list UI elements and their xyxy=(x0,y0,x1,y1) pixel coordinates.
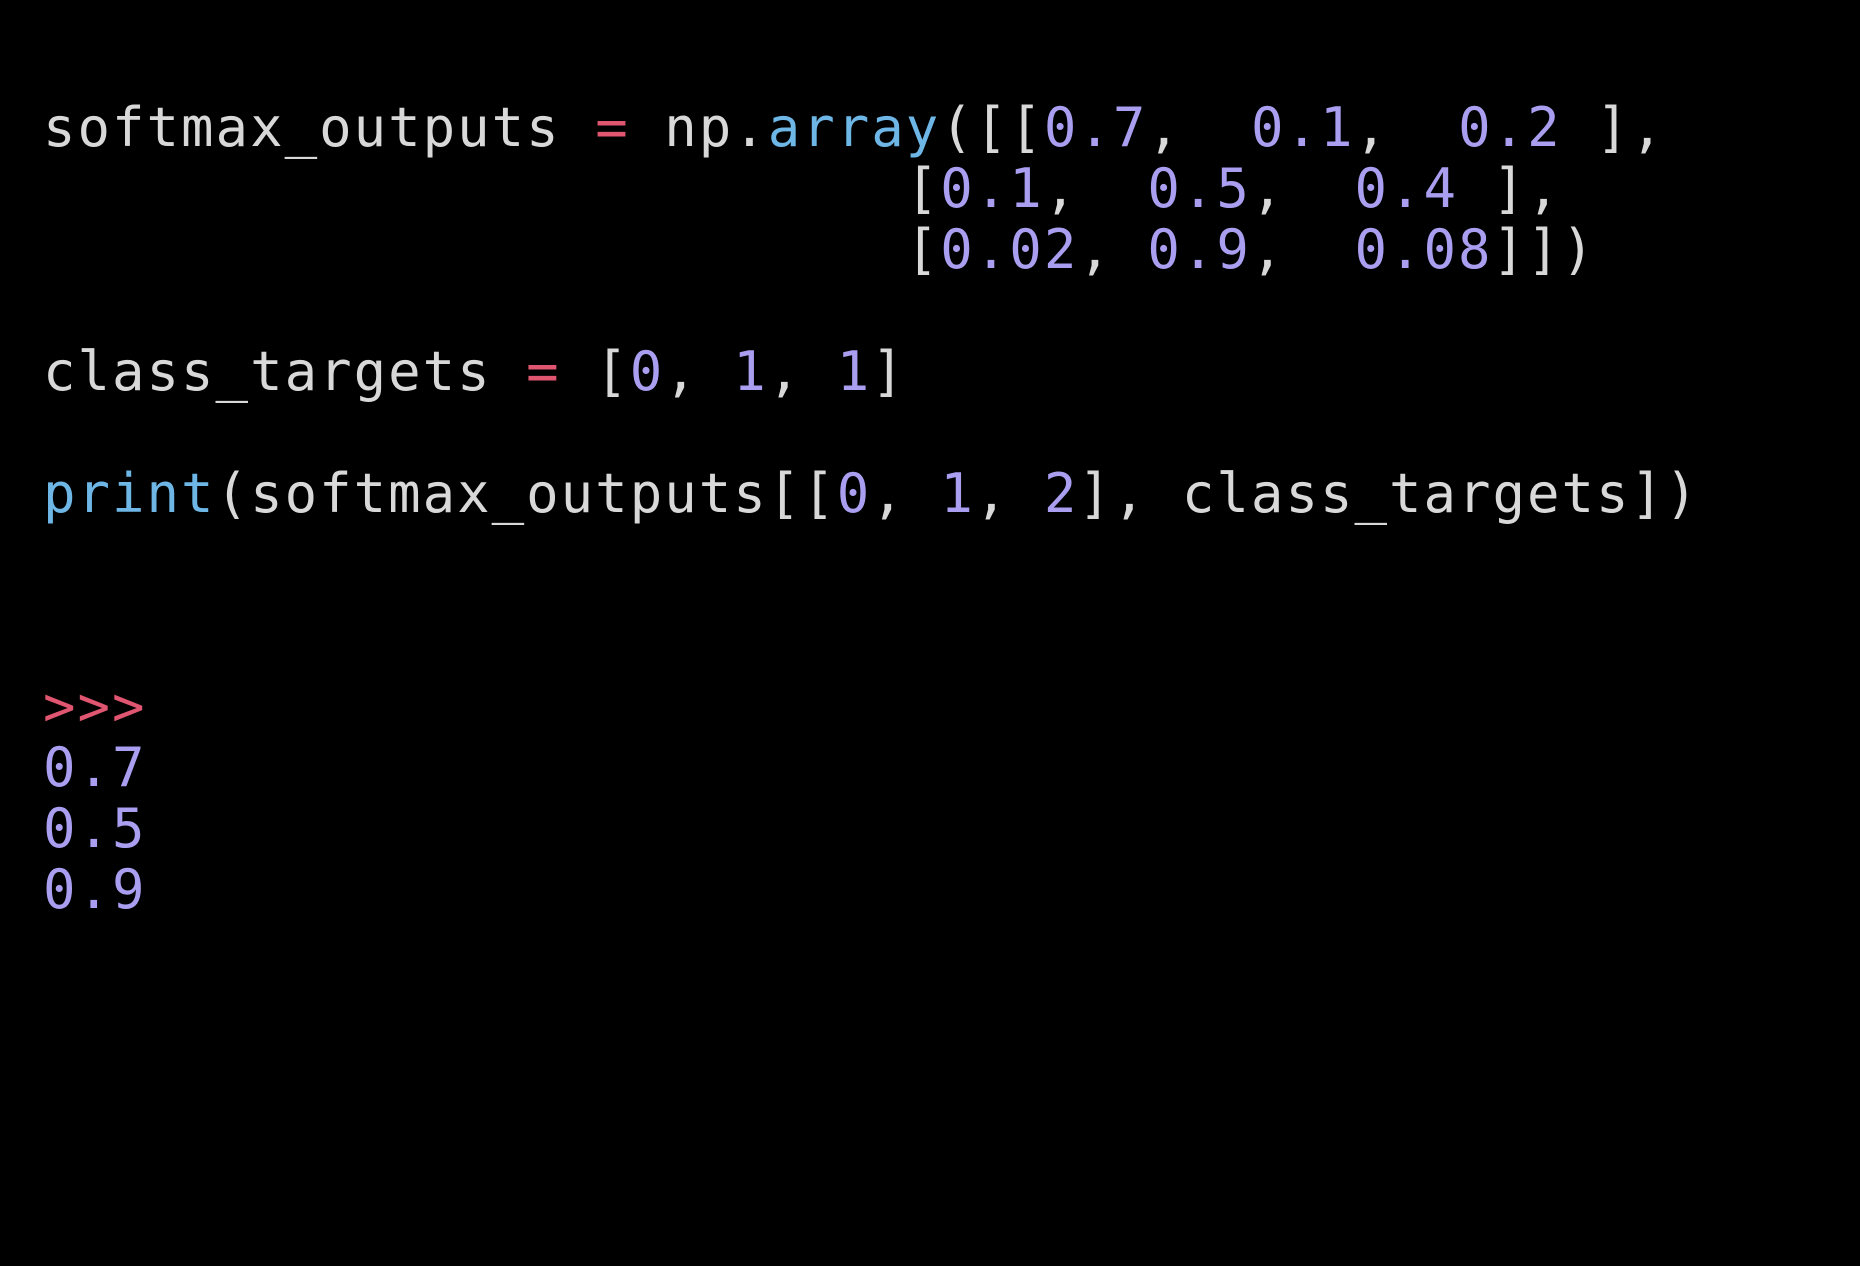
output-value: 0.9 xyxy=(43,858,147,921)
separator: , xyxy=(974,462,1044,525)
separator: , xyxy=(1147,96,1251,159)
function-name: print xyxy=(43,462,216,525)
open-bracket: ([[ xyxy=(940,96,1044,159)
number-literal: 0.5 xyxy=(1147,157,1251,220)
code-line-row-3: [0.02, 0.9, 0.08]]) xyxy=(43,219,1700,280)
close-bracket: ], xyxy=(1561,96,1666,159)
number-literal: 0 xyxy=(629,340,665,403)
separator: , xyxy=(1078,218,1148,281)
number-literal: 0.1 xyxy=(940,157,1044,220)
number-literal: 0.4 xyxy=(1354,157,1459,220)
code-line-class-targets: class_targets = [0, 1, 1] xyxy=(43,341,1700,402)
output-value: 0.5 xyxy=(43,797,147,860)
variable-name: class_targets xyxy=(43,340,492,403)
number-literal: 0.9 xyxy=(1147,218,1251,281)
repl-prompt: >>> xyxy=(43,675,147,738)
assign-operator: = xyxy=(526,340,561,403)
code-line-print: print(softmax_outputs[[0, 1, 2], class_t… xyxy=(43,463,1700,524)
function-name: array xyxy=(767,96,941,159)
separator: , xyxy=(1250,218,1355,281)
code-line-softmax-outputs: softmax_outputs = np.array([[0.7, 0.1, 0… xyxy=(43,97,1700,158)
indent-open-bracket: [ xyxy=(43,157,941,220)
number-literal: 2 xyxy=(1043,462,1079,525)
number-literal: 0.08 xyxy=(1354,218,1493,281)
print-argument-end: ], class_targets]) xyxy=(1078,462,1700,525)
close-bracket: ], xyxy=(1458,157,1562,220)
number-literal: 0.7 xyxy=(1043,96,1148,159)
output-value: 0.7 xyxy=(43,736,147,799)
print-argument-start: (softmax_outputs[[ xyxy=(215,462,837,525)
separator: , xyxy=(871,462,941,525)
assign-operator: = xyxy=(595,96,630,159)
code-line-row-2: [0.1, 0.5, 0.4 ], xyxy=(43,158,1700,219)
number-literal: 0.02 xyxy=(940,218,1079,281)
separator: , xyxy=(1354,96,1459,159)
number-literal: 1 xyxy=(940,462,975,525)
close-bracket: ] xyxy=(871,340,906,403)
indent-open-bracket: [ xyxy=(43,218,941,281)
separator: , xyxy=(1250,157,1355,220)
number-literal: 1 xyxy=(836,340,872,403)
number-literal: 0.1 xyxy=(1250,96,1355,159)
separator: , xyxy=(767,340,837,403)
separator: , xyxy=(1043,157,1148,220)
close-bracket: ]]) xyxy=(1492,218,1597,281)
number-literal: 1 xyxy=(733,340,768,403)
open-bracket: [ xyxy=(595,340,630,403)
separator: , xyxy=(664,340,734,403)
module-name: np. xyxy=(664,96,768,159)
variable-name: softmax_outputs xyxy=(43,96,561,159)
console-output: >>> 0.7 0.5 0.9 xyxy=(43,676,147,920)
code-editor: softmax_outputs = np.array([[0.7, 0.1, 0… xyxy=(43,97,1700,524)
number-literal: 0.2 xyxy=(1458,96,1562,159)
number-literal: 0 xyxy=(836,462,872,525)
